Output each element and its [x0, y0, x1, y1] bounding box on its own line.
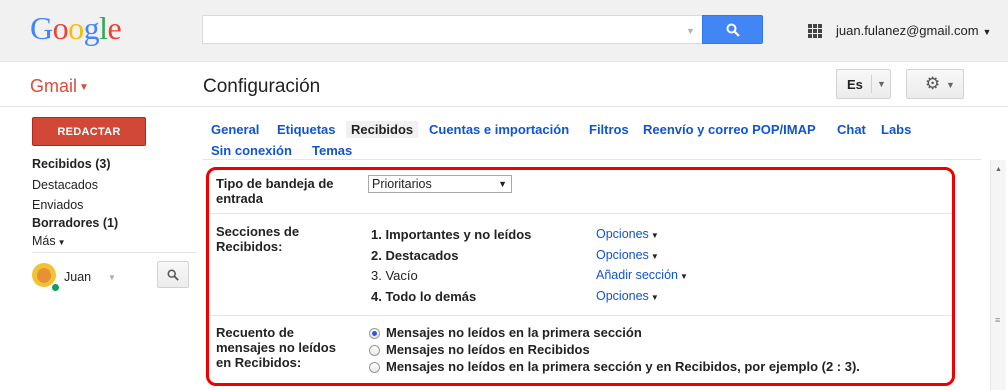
chevron-down-icon[interactable]: ▼: [108, 273, 116, 282]
search-options-chevron-icon[interactable]: ▼: [686, 26, 695, 36]
label-line: Recuento de: [216, 325, 295, 340]
logo-letter: G: [30, 10, 53, 46]
sidebar-item-drafts[interactable]: Borradores (1): [32, 216, 118, 230]
tab-general[interactable]: General: [211, 122, 259, 137]
tab-inbox[interactable]: Recibidos: [346, 121, 419, 138]
apps-grid-icon[interactable]: [808, 24, 822, 38]
sidebar-item-more[interactable]: Más ▼: [32, 234, 66, 248]
sidebar-item-starred[interactable]: Destacados: [32, 178, 98, 192]
radio-label[interactable]: Mensajes no leídos en la primera sección…: [386, 359, 860, 374]
search-button[interactable]: [702, 15, 763, 44]
gmail-label: Gmail: [30, 76, 78, 96]
options-label: Opciones: [596, 227, 649, 241]
chevron-down-icon: ▼: [650, 252, 659, 261]
compose-button[interactable]: REDACTAR: [32, 117, 146, 146]
tabs-divider: [203, 159, 981, 160]
chevron-down-icon: ▼: [57, 238, 66, 247]
row-divider: [209, 315, 952, 316]
tab-offline[interactable]: Sin conexión: [211, 143, 292, 158]
unread-count-radio-inbox[interactable]: [369, 345, 380, 356]
account-menu[interactable]: juan.fulanez@gmail.com ▼: [836, 23, 991, 38]
sidebar-item-inbox[interactable]: Recibidos (3): [32, 157, 111, 171]
logo-letter: e: [107, 10, 122, 46]
logo-letter: l: [99, 10, 108, 46]
section-options-link[interactable]: Opciones ▼: [596, 227, 659, 241]
unread-count-radio-first-section[interactable]: [369, 328, 380, 339]
search-input[interactable]: [202, 15, 702, 44]
chevron-down-icon: ▼: [982, 27, 992, 37]
chevron-down-icon: ▼: [79, 81, 89, 93]
section-options-link[interactable]: Opciones ▼: [596, 248, 659, 262]
chevron-down-icon: ▼: [650, 231, 659, 240]
radio-label[interactable]: Mensajes no leídos en la primera sección: [386, 325, 642, 340]
section-item: 3. Vacío: [371, 268, 418, 283]
top-header: Google ▼ juan.fulanez@gmail.com ▼: [0, 0, 1008, 62]
options-label: Opciones: [596, 248, 649, 262]
logo-letter: o: [52, 10, 69, 46]
logo-letter: o: [68, 10, 84, 46]
inbox-type-label: Tipo de bandeja de entrada: [216, 176, 334, 206]
chevron-down-icon: ▼: [498, 179, 507, 189]
tab-accounts[interactable]: Cuentas e importación: [429, 122, 569, 137]
unread-count-label: Recuento de mensajes no leídos en Recibi…: [216, 325, 336, 370]
tab-labels[interactable]: Etiquetas: [277, 122, 336, 137]
language-button[interactable]: Es ▼: [836, 69, 891, 99]
page-title: Configuración: [203, 76, 321, 97]
search-icon: [726, 23, 740, 37]
radio-label[interactable]: Mensajes no leídos en Recibidos: [386, 342, 590, 357]
section-item: 2. Destacados: [371, 248, 459, 263]
account-email: juan.fulanez@gmail.com: [836, 23, 979, 38]
label-line: en Recibidos:: [216, 355, 302, 370]
chevron-down-icon: ▼: [877, 79, 886, 89]
settings-gear-button[interactable]: ⚙ ▼: [906, 69, 964, 99]
tab-chat[interactable]: Chat: [837, 122, 866, 137]
section-item: 1. Importantes y no leídos: [371, 227, 532, 242]
section-item: 4. Todo lo demás: [371, 289, 477, 304]
label-line: Secciones de: [216, 224, 300, 239]
add-section-label: Añadir sección: [596, 268, 678, 282]
inbox-type-select[interactable]: Prioritarios ▼: [368, 175, 512, 193]
label-line: mensajes no leídos: [216, 340, 336, 355]
unread-count-radio-both[interactable]: [369, 362, 380, 373]
section-options-link[interactable]: Opciones ▼: [596, 289, 659, 303]
gmail-app-switcher[interactable]: Gmail ▼: [30, 76, 89, 97]
inbox-type-value: Prioritarios: [372, 177, 432, 191]
google-logo[interactable]: Google: [30, 10, 122, 47]
options-label: Opciones: [596, 289, 649, 303]
inbox-sections-label: Secciones de Recibidos:: [216, 224, 299, 254]
tab-themes[interactable]: Temas: [312, 143, 352, 158]
sidebar-divider: [32, 252, 196, 253]
chevron-down-icon: ▼: [946, 80, 955, 90]
label-line: entrada: [216, 191, 263, 206]
search-icon: [167, 269, 179, 281]
label-line: Recibidos:: [216, 239, 283, 254]
people-search-button[interactable]: [157, 261, 189, 288]
button-divider: [871, 75, 872, 93]
scroll-up-icon[interactable]: ▲: [995, 166, 1002, 173]
gear-icon: ⚙: [925, 74, 941, 93]
scroll-grip-icon[interactable]: ≡: [995, 316, 1000, 325]
tab-labs[interactable]: Labs: [881, 122, 911, 137]
sidebar-item-sent[interactable]: Enviados: [32, 198, 83, 212]
chevron-down-icon: ▼: [680, 272, 688, 281]
add-section-link[interactable]: Añadir sección ▼: [596, 268, 688, 282]
online-status-dot: [51, 283, 60, 292]
language-label: Es: [847, 77, 863, 92]
tab-forwarding[interactable]: Reenvío y correo POP/IMAP: [643, 122, 816, 137]
scrollbar[interactable]: ▲ ≡: [990, 160, 1006, 390]
more-label: Más: [32, 234, 56, 248]
tab-filters[interactable]: Filtros: [589, 122, 629, 137]
logo-letter: g: [83, 10, 100, 46]
chat-user-name[interactable]: Juan: [64, 270, 91, 284]
chevron-down-icon: ▼: [650, 293, 659, 302]
header-divider: [0, 106, 1008, 107]
row-divider: [209, 213, 952, 214]
label-line: Tipo de bandeja de: [216, 176, 334, 191]
